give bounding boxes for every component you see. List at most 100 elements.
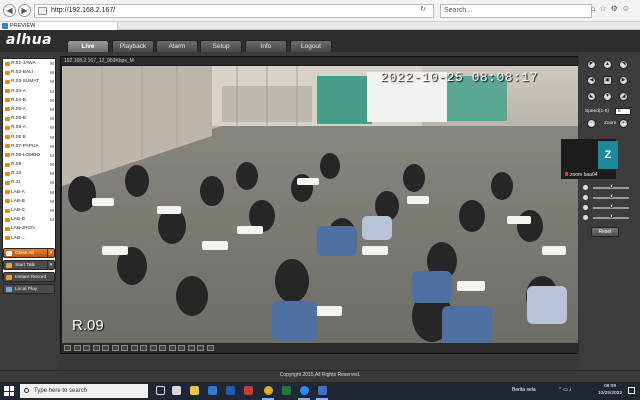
zoom-in-icon[interactable]: + bbox=[619, 119, 628, 128]
browser-toolbar-icons[interactable]: ⌂☆⚙☺ bbox=[591, 4, 634, 13]
ratio-icon[interactable] bbox=[73, 345, 81, 351]
app-header: alhua Live Playback Alarm Setup Info Log… bbox=[0, 30, 640, 52]
system-tray-icons[interactable]: ⌃▭♪ bbox=[558, 387, 572, 393]
taskbar-clock[interactable]: 08:09 10/25/2022 bbox=[597, 384, 623, 397]
forward-icon[interactable]: ▶ bbox=[18, 4, 31, 17]
channel-item[interactable]: LAB-C M bbox=[3, 206, 55, 215]
powerpoint-icon[interactable] bbox=[244, 386, 253, 395]
channel-item[interactable]: R.04-A M bbox=[3, 87, 55, 96]
close-all-button[interactable]: Close All ▾ bbox=[3, 248, 55, 258]
saturation-slider[interactable] bbox=[583, 204, 631, 211]
tab-playback[interactable]: Playback bbox=[112, 40, 154, 52]
slider-knob[interactable] bbox=[609, 214, 613, 218]
chevron-down-icon[interactable]: ▾ bbox=[47, 261, 54, 269]
channel-item[interactable]: R.08-LOMBO M bbox=[3, 151, 55, 160]
slider-knob[interactable] bbox=[609, 194, 613, 198]
split-16-icon[interactable] bbox=[121, 345, 128, 351]
slider-knob[interactable] bbox=[609, 204, 613, 208]
fullscreen-icon[interactable] bbox=[64, 345, 71, 351]
split-4-icon[interactable] bbox=[92, 345, 100, 351]
stream-type-label: M bbox=[50, 125, 54, 131]
speed-select[interactable]: 5 bbox=[615, 108, 631, 115]
channel-item[interactable]: R.07-PAPUA M bbox=[3, 142, 55, 151]
tab-live[interactable]: Live bbox=[67, 40, 109, 52]
local-play-button[interactable]: Local Play bbox=[3, 284, 55, 294]
video-window[interactable]: 192.168.2.167_12_959Kbps_M 2022-10-25 08… bbox=[60, 56, 579, 354]
notification-icon[interactable] bbox=[628, 387, 635, 394]
refresh-icon[interactable]: ↻ bbox=[420, 5, 426, 13]
split-20-icon[interactable] bbox=[130, 345, 138, 351]
camera-feed[interactable]: 2022-10-25 08:08:17 R.09 bbox=[62, 66, 578, 344]
channel-item[interactable]: R.11 M bbox=[3, 178, 55, 187]
ptz-right-icon[interactable]: ▶ bbox=[619, 76, 628, 85]
reset-button[interactable]: Reset bbox=[591, 227, 619, 237]
browser-tab-preview[interactable]: PREVIEW bbox=[0, 22, 118, 30]
split-1-icon[interactable] bbox=[83, 345, 90, 351]
taskbar-search-input[interactable]: Type here to search bbox=[20, 384, 148, 398]
ie-taskbar-icon[interactable] bbox=[318, 386, 327, 395]
windows-start-icon[interactable] bbox=[4, 386, 14, 396]
channel-item[interactable]: R.06 B M bbox=[3, 133, 55, 142]
snapshot-icon[interactable] bbox=[178, 345, 185, 351]
channel-item[interactable]: LAB-D M bbox=[3, 215, 55, 224]
channel-item[interactable]: R.02-BALI M bbox=[3, 68, 55, 77]
mail-icon[interactable] bbox=[172, 386, 181, 395]
instant-record-button[interactable]: Instant Record bbox=[3, 272, 55, 282]
slider-knob[interactable] bbox=[609, 184, 613, 188]
tab-info[interactable]: Info bbox=[245, 40, 287, 52]
word-icon[interactable] bbox=[226, 386, 235, 395]
channel-item[interactable]: R.05-B M bbox=[3, 114, 55, 123]
tab-setup[interactable]: Setup bbox=[200, 40, 242, 52]
back-icon[interactable]: ◀ bbox=[3, 4, 16, 17]
stream-type-label: M bbox=[50, 134, 54, 140]
audio-icon[interactable] bbox=[197, 345, 204, 351]
channel-item[interactable]: LAB-A M bbox=[3, 188, 55, 197]
channel-item[interactable]: R.01-JAWA M bbox=[3, 59, 55, 68]
ptz-up-left-icon[interactable]: ◤ bbox=[587, 60, 596, 69]
file-explorer-icon[interactable] bbox=[190, 386, 199, 395]
channel-item[interactable]: R.05-A M bbox=[3, 105, 55, 114]
next-page-icon[interactable] bbox=[168, 345, 176, 351]
contrast-slider[interactable] bbox=[583, 194, 631, 201]
split-9-icon[interactable] bbox=[111, 345, 119, 351]
news-widget[interactable]: Berita sela bbox=[512, 387, 536, 393]
ptz-down-left-icon[interactable]: ◣ bbox=[587, 92, 596, 101]
ptz-down-icon[interactable]: ▼ bbox=[603, 92, 612, 101]
zoom-digital-icon[interactable] bbox=[206, 345, 214, 351]
dahua-logo: alhua bbox=[6, 32, 53, 48]
chrome-icon[interactable] bbox=[264, 386, 273, 395]
channel-item[interactable]: R.06-A M bbox=[3, 123, 55, 132]
prev-page-icon[interactable] bbox=[159, 345, 166, 351]
channel-list[interactable]: R.01-JAWA M R.02-BALI M R.03-SUMAT M R.04-A M R.… bbox=[2, 58, 56, 280]
excel-icon[interactable] bbox=[282, 386, 291, 395]
split-8-icon[interactable] bbox=[102, 345, 109, 351]
channel-item[interactable]: R.09 M bbox=[3, 160, 55, 169]
ptz-down-right-icon[interactable]: ◢ bbox=[619, 92, 628, 101]
task-view-icon[interactable] bbox=[156, 386, 165, 395]
channel-item[interactable]: LAB-JRGN bbox=[3, 224, 55, 233]
chevron-down-icon[interactable]: ▾ bbox=[47, 249, 54, 257]
channel-item[interactable]: R.10 M bbox=[3, 169, 55, 178]
zoom-icon[interactable] bbox=[300, 386, 309, 395]
brightness-slider[interactable] bbox=[583, 184, 631, 191]
tab-logout[interactable]: Logout bbox=[290, 40, 332, 52]
start-talk-button[interactable]: Start Talk ▾ bbox=[3, 260, 55, 270]
ptz-up-right-icon[interactable]: ◥ bbox=[619, 60, 628, 69]
edge-icon[interactable] bbox=[208, 386, 217, 395]
hue-slider[interactable] bbox=[583, 214, 631, 221]
zoom-out-icon[interactable]: − bbox=[587, 119, 596, 128]
tab-alarm[interactable]: Alarm bbox=[156, 40, 198, 52]
browser-search-input[interactable]: Search... bbox=[440, 4, 592, 18]
channel-item[interactable]: R.03-SUMAT M bbox=[3, 77, 55, 86]
channel-item[interactable]: LAB-B M bbox=[3, 197, 55, 206]
ptz-left-icon[interactable]: ◀ bbox=[587, 76, 596, 85]
channel-item[interactable]: R.04-B M bbox=[3, 96, 55, 105]
channel-item[interactable]: LAB-... bbox=[3, 234, 55, 243]
ptz-up-icon[interactable]: ▲ bbox=[603, 60, 612, 69]
local-play-label: Local Play bbox=[15, 287, 38, 292]
ptz-center-icon[interactable]: ▣ bbox=[603, 76, 612, 85]
url-input[interactable]: http://192.168.2.167/ bbox=[34, 4, 434, 18]
record-icon[interactable] bbox=[187, 345, 195, 351]
split-25-icon[interactable] bbox=[140, 345, 147, 351]
split-36-icon[interactable] bbox=[149, 345, 157, 351]
